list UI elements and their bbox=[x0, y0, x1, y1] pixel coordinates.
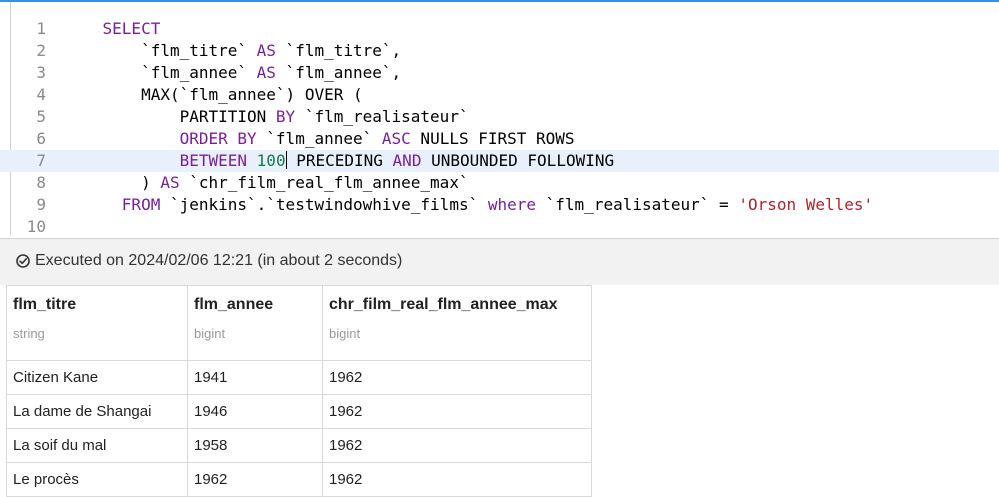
code-text[interactable]: FROM `jenkins`.`testwindowhive_films` wh… bbox=[64, 194, 873, 216]
line-number: 8 bbox=[36, 173, 46, 192]
sql-token: `flm_realisateur` = bbox=[536, 195, 739, 214]
results-panel: flm_titre string flm_annee bigint chr_fi… bbox=[0, 285, 999, 497]
column-name: chr_film_real_flm_annee_max bbox=[329, 296, 558, 313]
code-line[interactable]: 2 `flm_titre` AS `flm_titre`, bbox=[0, 40, 999, 62]
table-cell[interactable]: 1946 bbox=[187, 394, 323, 429]
sql-keyword: where bbox=[487, 195, 537, 214]
sql-keyword: FROM bbox=[121, 195, 161, 214]
table-cell[interactable]: La dame de Shangai bbox=[6, 394, 188, 429]
sql-number: 100 bbox=[256, 151, 286, 170]
code-text[interactable]: BETWEEN 100 PRECEDING AND UNBOUNDED FOLL… bbox=[64, 150, 614, 172]
table-row: Citizen Kane 1941 1962 bbox=[6, 360, 592, 395]
column-type: bigint bbox=[194, 326, 226, 341]
sql-keyword: SELECT bbox=[102, 19, 161, 38]
code-line[interactable]: 10 bbox=[0, 216, 999, 235]
column-header-chr-film-real-flm-annee-max[interactable]: chr_film_real_flm_annee_max bigint bbox=[322, 285, 592, 361]
column-header-flm-titre[interactable]: flm_titre string bbox=[6, 285, 188, 361]
code-line[interactable]: 1 SELECT bbox=[0, 18, 999, 40]
code-text[interactable]: `flm_titre` AS `flm_titre`, bbox=[64, 40, 401, 62]
column-type: bigint bbox=[329, 326, 361, 341]
sql-token: PARTITION bbox=[64, 107, 276, 126]
sql-keyword: BETWEEN bbox=[179, 151, 248, 170]
sql-token: `flm_annee` bbox=[256, 129, 382, 148]
column-header-flm-annee[interactable]: flm_annee bigint bbox=[187, 285, 323, 361]
table-cell[interactable]: Citizen Kane bbox=[6, 360, 188, 395]
table-cell[interactable]: 1962 bbox=[322, 462, 592, 497]
column-name: flm_annee bbox=[194, 296, 274, 313]
code-line[interactable]: 7 BETWEEN 100 PRECEDING AND UNBOUNDED FO… bbox=[0, 150, 999, 172]
line-number: 1 bbox=[36, 19, 46, 38]
sql-editor[interactable]: 1 SELECT 2 `flm_titre` AS `flm_titre`, 3 `… bbox=[0, 0, 999, 235]
sql-keyword: AND bbox=[392, 151, 422, 170]
line-number: 2 bbox=[36, 41, 46, 60]
sql-token: `flm_titre` bbox=[64, 41, 257, 60]
sql-keyword: AS bbox=[256, 63, 276, 82]
table-cell[interactable]: Le procès bbox=[6, 462, 188, 497]
sql-token: `flm_annee`, bbox=[275, 63, 402, 82]
code-line[interactable]: 4 MAX(`flm_annee`) OVER ( bbox=[0, 84, 999, 106]
sql-token: `flm_titre`, bbox=[275, 41, 402, 60]
code-line[interactable]: 6 ORDER BY `flm_annee` ASC NULLS FIRST R… bbox=[0, 128, 999, 150]
sql-keyword: ORDER BY bbox=[179, 129, 257, 148]
sql-keyword: AS bbox=[256, 41, 276, 60]
column-type: string bbox=[13, 326, 45, 341]
table-row: La soif du mal 1958 1962 bbox=[6, 428, 592, 463]
table-cell[interactable]: 1941 bbox=[187, 360, 323, 395]
table-row: La dame de Shangai 1946 1962 bbox=[6, 394, 592, 429]
results-header-row: flm_titre string flm_annee bigint chr_fi… bbox=[6, 285, 592, 361]
sql-token: `chr_film_real_flm_annee_max` bbox=[179, 173, 469, 192]
table-cell[interactable]: La soif du mal bbox=[6, 428, 188, 463]
code-line[interactable]: 3 `flm_annee` AS `flm_annee`, bbox=[0, 62, 999, 84]
sql-keyword: AS bbox=[160, 173, 180, 192]
code-text[interactable]: MAX(`flm_annee`) OVER ( bbox=[64, 84, 363, 106]
table-cell[interactable]: 1962 bbox=[187, 462, 323, 497]
results-table: flm_titre string flm_annee bigint chr_fi… bbox=[6, 285, 592, 497]
line-number: 10 bbox=[26, 217, 46, 235]
sql-token: `jenkins`.`testwindowhive_films` bbox=[160, 195, 488, 214]
sql-token: `flm_annee` bbox=[64, 63, 257, 82]
table-cell[interactable]: 1962 bbox=[322, 360, 592, 395]
sql-keyword: BY bbox=[275, 107, 296, 126]
execution-status-bar: Executed on 2024/02/06 12:21 (in about 2… bbox=[0, 238, 999, 286]
code-text[interactable]: PARTITION BY `flm_realisateur` bbox=[64, 106, 469, 128]
check-circle-icon bbox=[16, 254, 30, 268]
execution-status-text: Executed on 2024/02/06 12:21 (in about 2… bbox=[35, 252, 403, 269]
code-line[interactable]: 5 PARTITION BY `flm_realisateur` bbox=[0, 106, 999, 128]
sql-token: UNBOUNDED FOLLOWING bbox=[421, 151, 615, 170]
code-text[interactable]: SELECT bbox=[64, 18, 161, 40]
sql-token: MAX(`flm_annee`) OVER ( bbox=[64, 85, 363, 104]
line-number: 4 bbox=[36, 85, 46, 104]
sql-token: NULLS FIRST ROWS bbox=[410, 129, 575, 148]
code-line[interactable]: 9 FROM `jenkins`.`testwindowhive_films` … bbox=[0, 194, 999, 216]
sql-string: 'Orson Welles' bbox=[738, 195, 874, 214]
table-cell[interactable]: 1962 bbox=[322, 394, 592, 429]
table-row: Le procès 1962 1962 bbox=[6, 462, 592, 497]
line-number: 3 bbox=[36, 63, 46, 82]
code-line[interactable]: 8 ) AS `chr_film_real_flm_annee_max` bbox=[0, 172, 999, 194]
line-number: 6 bbox=[36, 129, 46, 148]
table-cell[interactable]: 1958 bbox=[187, 428, 323, 463]
column-name: flm_titre bbox=[13, 296, 77, 313]
line-number: 9 bbox=[36, 195, 46, 214]
sql-token: PRECEDING bbox=[286, 151, 393, 170]
code-text[interactable]: ORDER BY `flm_annee` ASC NULLS FIRST ROW… bbox=[64, 128, 575, 150]
sql-token: `flm_realisateur` bbox=[295, 107, 469, 126]
code-text[interactable]: ) AS `chr_film_real_flm_annee_max` bbox=[64, 172, 469, 194]
sql-keyword: ASC bbox=[381, 129, 411, 148]
line-number: 5 bbox=[36, 107, 46, 126]
table-cell[interactable]: 1962 bbox=[322, 428, 592, 463]
sql-token: ) bbox=[64, 173, 161, 192]
line-number: 7 bbox=[36, 151, 46, 170]
code-text[interactable]: `flm_annee` AS `flm_annee`, bbox=[64, 62, 401, 84]
